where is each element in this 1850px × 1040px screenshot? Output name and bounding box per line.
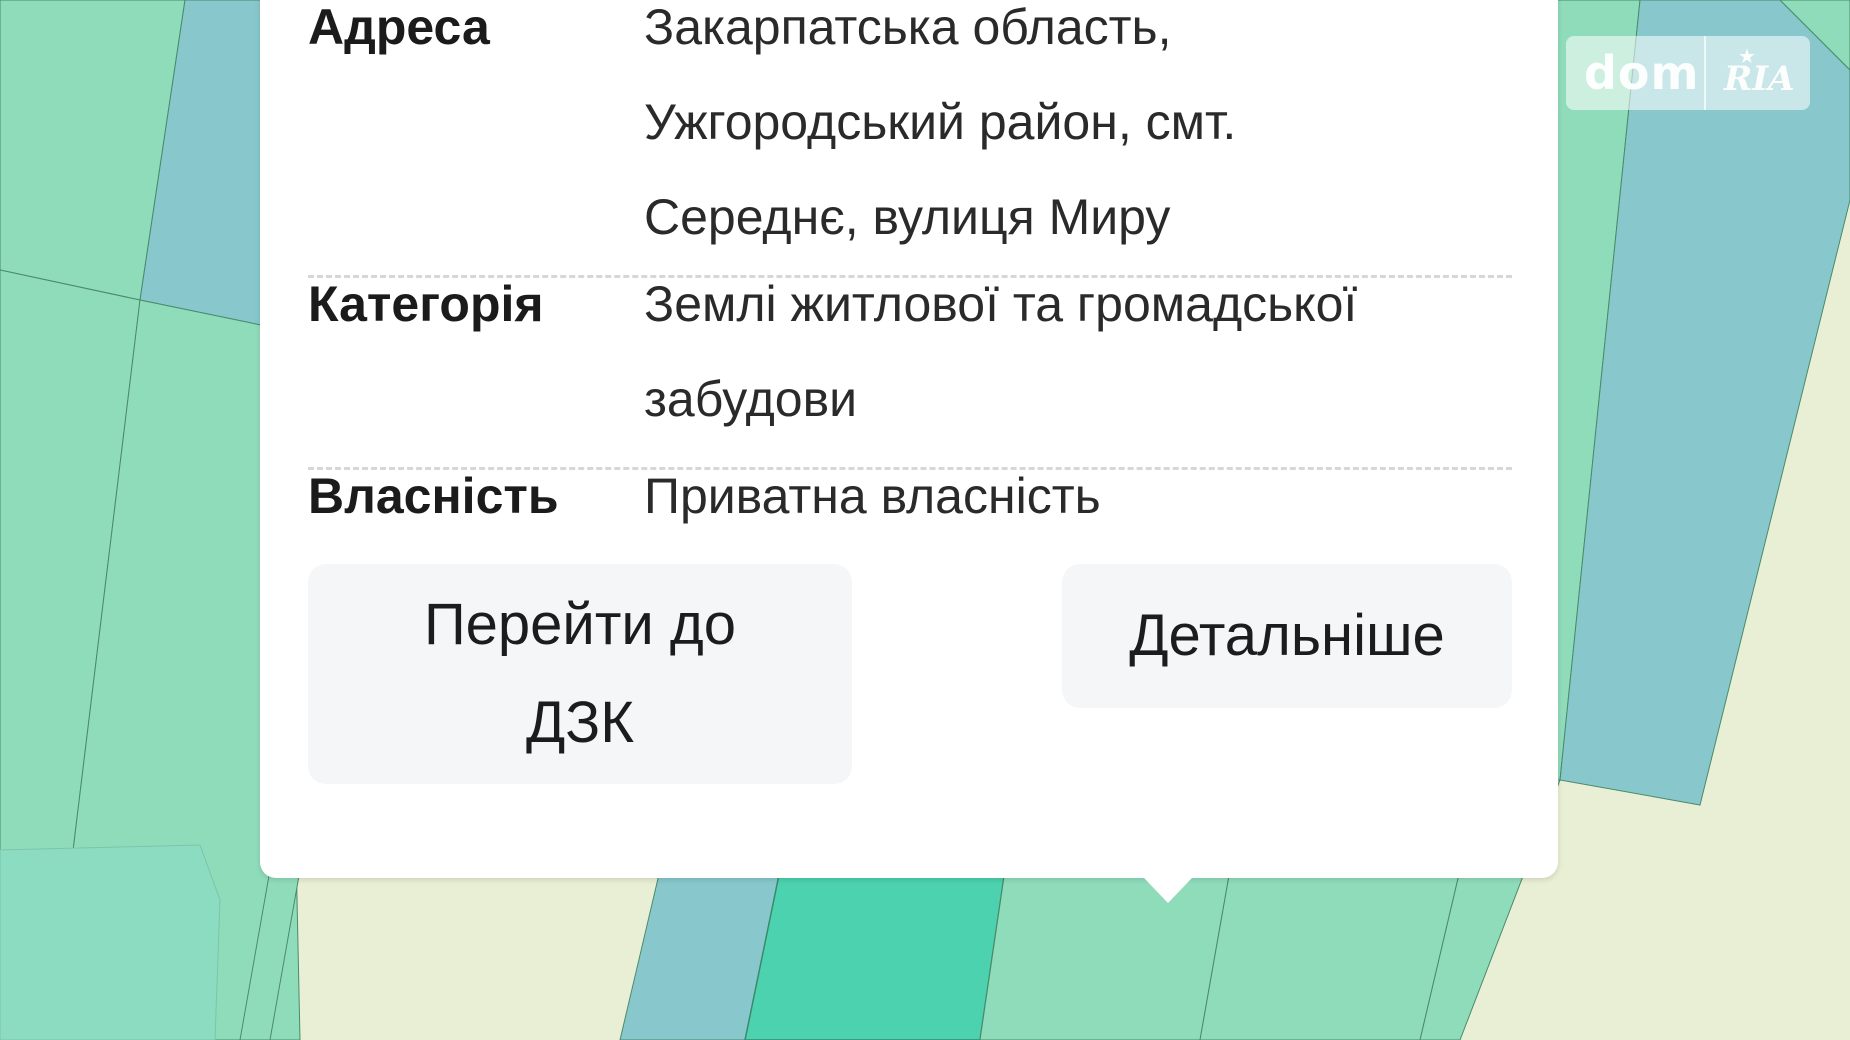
category-value: Землі житлової та громадської забудови [644, 257, 1512, 447]
address-line-3: Середнє, вулиця Миру [644, 189, 1171, 245]
watermark-dom-text: dom [1584, 46, 1700, 100]
ownership-value: Приватна власність [644, 449, 1512, 544]
info-row-category: Категорія Землі житлової та громадської … [308, 257, 1512, 447]
parcel-bottom-green-2[interactable] [1199, 869, 1461, 1040]
parcel-info-popup: Адреса Закарпатська область, Ужгородськи… [260, 0, 1558, 903]
category-line-1: Землі житлової та громадської [644, 276, 1358, 332]
info-row-address: Адреса Закарпатська область, Ужгородськи… [308, 0, 1512, 265]
info-row-ownership: Власність Приватна власність [308, 449, 1512, 544]
parcel-left-lower [0, 844, 221, 1040]
ownership-label: Власність [308, 468, 559, 524]
parcel-selected[interactable] [744, 869, 1006, 1040]
map-view[interactable]: dom RIA ★ Адреса Закарпатська область, У… [0, 0, 1850, 1040]
category-line-2: забудови [644, 371, 858, 427]
popup-pointer [1122, 855, 1214, 903]
ownership-line-1: Приватна власність [644, 468, 1101, 524]
domria-watermark: dom RIA [1566, 36, 1810, 110]
details-button[interactable]: Детальніше [1062, 564, 1512, 708]
go-to-dzk-label: Перейти до ДЗК [423, 592, 737, 755]
address-value: Закарпатська область, Ужгородський район… [644, 0, 1512, 265]
address-line-1: Закарпатська область, [644, 0, 1172, 55]
go-to-dzk-button[interactable]: Перейти до ДЗК [308, 564, 852, 784]
address-label: Адреса [308, 0, 490, 55]
address-line-2: Ужгородський район, смт. [644, 94, 1237, 150]
watermark-star-icon: ★ [1738, 46, 1756, 68]
details-label: Детальніше [1129, 603, 1445, 668]
category-label: Категорія [308, 276, 544, 332]
